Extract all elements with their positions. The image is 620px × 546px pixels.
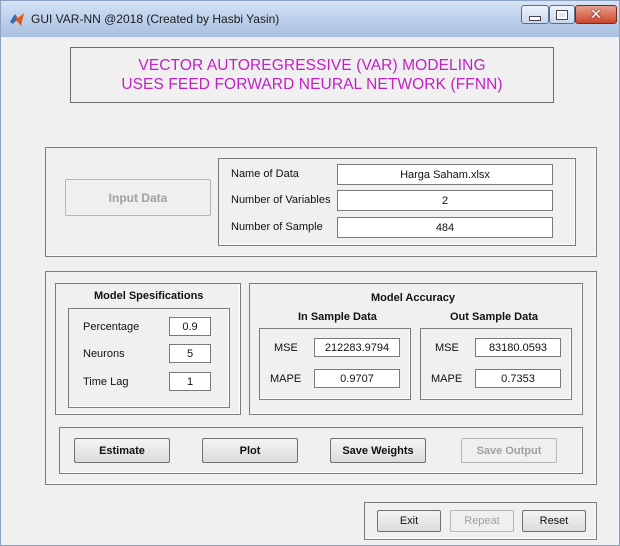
client-area: VECTOR AUTOREGRESSIVE (VAR) MODELING USE… [9,37,611,543]
neurons-field[interactable]: 5 [169,344,211,363]
repeat-button[interactable]: Repeat [450,510,514,532]
time-lag-label: Time Lag [83,376,129,388]
percentage-label: Percentage [83,321,140,333]
out-mape-label: MAPE [431,373,463,385]
banner-line-2: USES FEED FORWARD NEURAL NETWORK (FFNN) [121,76,503,93]
out-mse-label: MSE [435,342,459,354]
out-mape-field[interactable]: 0.7353 [475,369,561,388]
actions-panel: Estimate Plot Save Weights Save Output [59,427,583,474]
title-bar[interactable]: GUI VAR-NN @2018 (Created by Hasbi Yasin… [1,1,619,37]
out-sample-panel: MSE 83180.0593 MAPE 0.7353 [420,328,572,400]
matlab-app-icon [10,13,24,26]
app-window: GUI VAR-NN @2018 (Created by Hasbi Yasin… [0,0,620,546]
footer-panel: Exit Repeat Reset [364,502,597,540]
window-title: GUI VAR-NN @2018 (Created by Hasbi Yasin… [31,12,280,26]
minimize-icon [529,16,541,21]
number-of-sample-field[interactable]: 484 [337,217,553,238]
title-banner: VECTOR AUTOREGRESSIVE (VAR) MODELING USE… [70,47,554,103]
in-sample-title: In Sample Data [298,311,377,323]
plot-button[interactable]: Plot [202,438,298,463]
estimate-button[interactable]: Estimate [74,438,170,463]
in-mse-label: MSE [274,342,298,354]
close-icon: ✕ [590,6,602,23]
name-of-data-label: Name of Data [231,168,299,180]
exit-button[interactable]: Exit [377,510,441,532]
time-lag-field[interactable]: 1 [169,372,211,391]
number-of-variables-label: Number of Variables [231,194,331,206]
model-accuracy-panel: Model Accuracy In Sample Data Out Sample… [249,283,583,415]
model-spec-panel: Model Spesifications Percentage 0.9 Neur… [55,283,241,415]
save-weights-button[interactable]: Save Weights [330,438,426,463]
out-sample-title: Out Sample Data [450,311,539,323]
number-of-sample-label: Number of Sample [231,221,323,233]
model-spec-inner: Percentage 0.9 Neurons 5 Time Lag 1 [68,308,230,408]
data-info-panel: Name of Data Harga Saham.xlsx Number of … [218,158,576,246]
in-mape-field[interactable]: 0.9707 [314,369,400,388]
model-accuracy-title: Model Accuracy [371,292,455,304]
model-panel: Model Spesifications Percentage 0.9 Neur… [45,271,597,485]
banner-line-1: VECTOR AUTOREGRESSIVE (VAR) MODELING [138,57,486,74]
in-mape-label: MAPE [270,373,302,385]
in-mse-field[interactable]: 212283.9794 [314,338,400,357]
maximize-icon [556,9,568,20]
reset-button[interactable]: Reset [522,510,586,532]
close-button[interactable]: ✕ [575,5,617,24]
in-sample-panel: MSE 212283.9794 MAPE 0.9707 [259,328,411,400]
save-output-button[interactable]: Save Output [461,438,557,463]
data-panel: Input Data Name of Data Harga Saham.xlsx… [45,147,597,257]
out-mse-field[interactable]: 83180.0593 [475,338,561,357]
number-of-variables-field[interactable]: 2 [337,190,553,211]
minimize-button[interactable] [521,5,549,24]
model-spec-title: Model Spesifications [94,290,204,302]
percentage-field[interactable]: 0.9 [169,317,211,336]
name-of-data-field[interactable]: Harga Saham.xlsx [337,164,553,185]
maximize-button[interactable] [549,5,575,24]
neurons-label: Neurons [83,348,125,360]
input-data-button[interactable]: Input Data [65,179,211,216]
